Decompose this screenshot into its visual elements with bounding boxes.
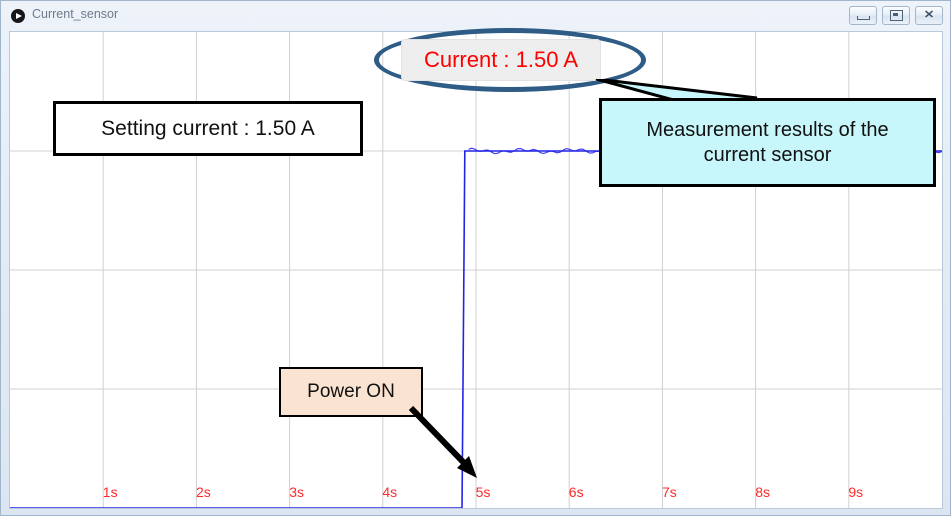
x-tick-label-8s: 8s (755, 484, 770, 500)
maximize-button[interactable] (882, 6, 910, 25)
power-on-annotation: Power ON (279, 367, 423, 417)
minimize-button[interactable] (849, 6, 877, 25)
window-title: Current_sensor (32, 7, 118, 21)
window-controls: ✕ (849, 6, 943, 25)
play-circle-icon (11, 9, 25, 23)
close-button[interactable]: ✕ (915, 6, 943, 25)
window-title-bar[interactable]: Current_sensor ✕ (1, 1, 950, 30)
x-tick-label-5s: 5s (476, 484, 491, 500)
measurement-callout: Measurement results of the current senso… (599, 98, 936, 187)
minimize-icon (850, 7, 876, 24)
setting-current-annotation: Setting current : 1.50 A (53, 101, 363, 156)
current-readout-field: Current : 1.50 A (401, 39, 601, 81)
x-tick-label-2s: 2s (196, 484, 211, 500)
x-tick-label-4s: 4s (382, 484, 397, 500)
current-readout-annotation: Current : 1.50 A (374, 28, 646, 92)
application-window: Current_sensor ✕ 1s 2s 3s 4s 5s 6s 7s 8s 9s Sett… (0, 0, 951, 516)
close-icon: ✕ (914, 7, 944, 24)
x-tick-label-7s: 7s (662, 484, 677, 500)
measurement-callout-line2: current sensor (704, 144, 832, 166)
setting-current-text: Setting current : 1.50 A (101, 117, 315, 141)
measurement-callout-line1: Measurement results of the (646, 119, 888, 141)
power-on-text: Power ON (307, 381, 395, 403)
x-tick-label-6s: 6s (569, 484, 584, 500)
x-tick-label-1s: 1s (103, 484, 118, 500)
current-readout-text: Current : 1.50 A (424, 47, 578, 73)
maximize-icon (883, 7, 909, 24)
x-tick-label-9s: 9s (848, 484, 863, 500)
x-tick-label-3s: 3s (289, 484, 304, 500)
